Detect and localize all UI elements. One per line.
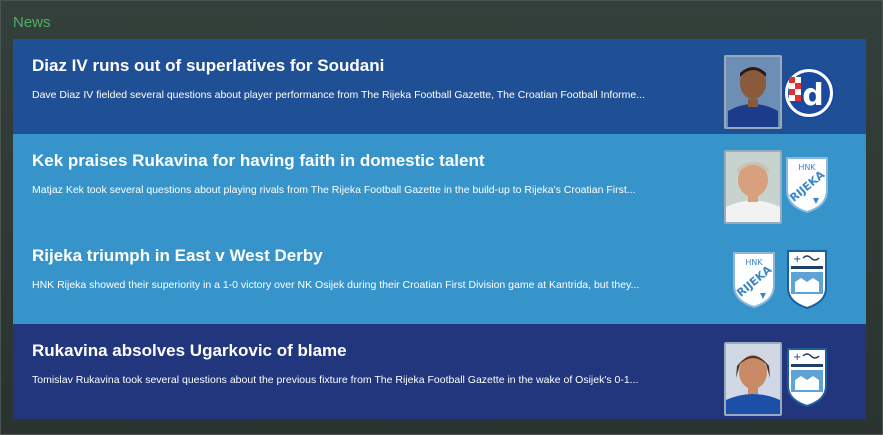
news-summary: Dave Diaz IV fielded several questions a… <box>32 89 646 101</box>
dinamo-zagreb-crest: d <box>783 61 835 130</box>
svg-text:HNK: HNK <box>745 258 763 267</box>
news-item[interactable]: Kek praises Rukavina for having faith in… <box>13 134 866 229</box>
svg-text:+: + <box>793 254 801 265</box>
news-panel: News Diaz IV runs out of superlatives fo… <box>0 0 883 435</box>
news-headline[interactable]: Kek praises Rukavina for having faith in… <box>32 151 485 171</box>
news-item[interactable]: Diaz IV runs out of superlatives for Sou… <box>13 39 866 134</box>
news-headline[interactable]: Diaz IV runs out of superlatives for Sou… <box>32 56 384 76</box>
news-headline[interactable]: Rijeka triumph in East v West Derby <box>32 246 323 266</box>
nk-osijek-crest: + <box>785 346 829 413</box>
panel-title: News <box>13 14 51 31</box>
hnk-rijeka-crest: HNK RIJEKA <box>730 249 778 314</box>
news-summary: Tomislav Rukavina took several questions… <box>32 374 639 386</box>
player-portrait <box>724 342 782 416</box>
news-summary: Matjaz Kek took several questions about … <box>32 184 636 196</box>
news-item[interactable]: Rijeka triumph in East v West Derby HNK … <box>13 229 866 324</box>
player-portrait <box>724 55 782 129</box>
svg-text:+: + <box>793 352 801 363</box>
news-list: Diaz IV runs out of superlatives for Sou… <box>13 39 866 419</box>
news-summary: HNK Rijeka showed their superiority in a… <box>32 279 640 291</box>
nk-osijek-crest: + <box>785 248 829 315</box>
hnk-rijeka-crest: HNK RIJEKA <box>783 154 831 219</box>
svg-text:d: d <box>802 78 823 113</box>
news-headline[interactable]: Rukavina absolves Ugarkovic of blame <box>32 341 347 361</box>
news-item[interactable]: Rukavina absolves Ugarkovic of blame Tom… <box>13 324 866 419</box>
manager-portrait <box>724 150 782 224</box>
svg-text:HNK: HNK <box>798 163 816 172</box>
